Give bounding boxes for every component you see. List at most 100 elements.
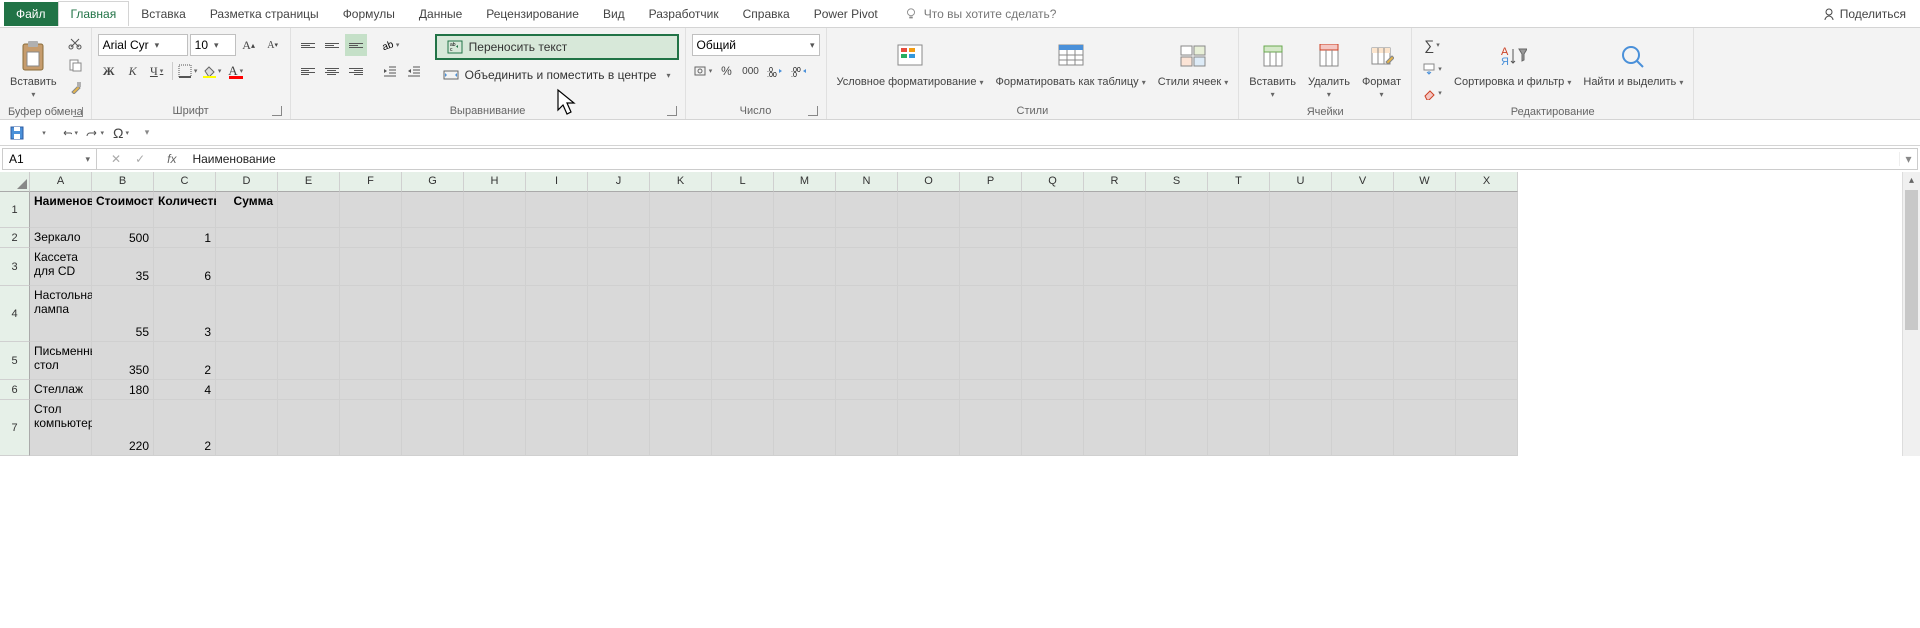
tab-view[interactable]: Вид bbox=[591, 2, 637, 26]
tab-insert[interactable]: Вставка bbox=[129, 2, 198, 26]
insert-cells-button[interactable]: Вставить▾ bbox=[1245, 34, 1300, 104]
cell[interactable] bbox=[1332, 228, 1394, 248]
cell[interactable] bbox=[712, 228, 774, 248]
format-as-table-button[interactable]: Форматировать как таблицу ▾ bbox=[992, 34, 1150, 92]
row-header[interactable]: 6 bbox=[0, 380, 30, 400]
cell[interactable] bbox=[1456, 228, 1518, 248]
cell[interactable] bbox=[712, 192, 774, 228]
cell[interactable] bbox=[526, 380, 588, 400]
cell[interactable] bbox=[278, 342, 340, 380]
cell[interactable] bbox=[1456, 380, 1518, 400]
column-header[interactable]: R bbox=[1084, 172, 1146, 192]
column-header[interactable]: F bbox=[340, 172, 402, 192]
cell[interactable] bbox=[526, 248, 588, 286]
qat-undo-button[interactable] bbox=[60, 122, 78, 144]
cell[interactable] bbox=[402, 380, 464, 400]
cell[interactable] bbox=[1022, 400, 1084, 456]
column-header[interactable]: T bbox=[1208, 172, 1270, 192]
cell[interactable] bbox=[278, 400, 340, 456]
cell[interactable] bbox=[1208, 192, 1270, 228]
cell[interactable] bbox=[1022, 228, 1084, 248]
formula-input[interactable]: Наименование bbox=[184, 152, 1899, 166]
increase-font-button[interactable]: A▴ bbox=[238, 34, 260, 56]
tab-powerpivot[interactable]: Power Pivot bbox=[802, 2, 890, 26]
fx-label[interactable]: fx bbox=[167, 152, 176, 166]
name-box[interactable]: A1▾ bbox=[3, 149, 97, 169]
cell[interactable]: 2 bbox=[154, 342, 216, 380]
format-cells-button[interactable]: Формат▾ bbox=[1358, 34, 1405, 104]
cell[interactable] bbox=[1332, 400, 1394, 456]
scroll-thumb[interactable] bbox=[1905, 190, 1918, 330]
tab-help[interactable]: Справка bbox=[731, 2, 802, 26]
cell[interactable] bbox=[588, 400, 650, 456]
cell[interactable] bbox=[340, 380, 402, 400]
cell[interactable] bbox=[278, 380, 340, 400]
cell[interactable] bbox=[1208, 228, 1270, 248]
cell[interactable] bbox=[1022, 380, 1084, 400]
cell[interactable] bbox=[402, 192, 464, 228]
number-format-combo[interactable]: Общий▾ bbox=[692, 34, 820, 56]
cell[interactable] bbox=[712, 400, 774, 456]
cell[interactable] bbox=[1084, 286, 1146, 342]
cell[interactable]: 4 bbox=[154, 380, 216, 400]
cell[interactable] bbox=[402, 286, 464, 342]
column-header[interactable]: K bbox=[650, 172, 712, 192]
cell[interactable] bbox=[216, 342, 278, 380]
fill-button[interactable] bbox=[1418, 58, 1446, 80]
cell[interactable] bbox=[898, 380, 960, 400]
column-header[interactable]: J bbox=[588, 172, 650, 192]
cell[interactable] bbox=[898, 400, 960, 456]
cell[interactable] bbox=[1270, 286, 1332, 342]
cell[interactable] bbox=[1270, 228, 1332, 248]
cell[interactable]: Настольная лампа bbox=[30, 286, 92, 342]
cell[interactable] bbox=[960, 380, 1022, 400]
cell[interactable] bbox=[1084, 400, 1146, 456]
cell[interactable] bbox=[1270, 400, 1332, 456]
column-header[interactable]: D bbox=[216, 172, 278, 192]
cell[interactable] bbox=[1332, 380, 1394, 400]
cell[interactable] bbox=[1146, 192, 1208, 228]
cell[interactable] bbox=[464, 192, 526, 228]
cell[interactable] bbox=[1208, 342, 1270, 380]
cell[interactable] bbox=[1270, 248, 1332, 286]
cell[interactable] bbox=[216, 286, 278, 342]
cell[interactable] bbox=[588, 342, 650, 380]
cell[interactable] bbox=[464, 248, 526, 286]
column-header[interactable]: I bbox=[526, 172, 588, 192]
cell[interactable] bbox=[1332, 342, 1394, 380]
orientation-button[interactable]: ab bbox=[379, 34, 401, 56]
format-painter-button[interactable] bbox=[65, 78, 85, 96]
cell[interactable] bbox=[278, 248, 340, 286]
cell[interactable] bbox=[1456, 286, 1518, 342]
column-header[interactable]: L bbox=[712, 172, 774, 192]
column-header[interactable]: X bbox=[1456, 172, 1518, 192]
column-header[interactable]: E bbox=[278, 172, 340, 192]
cell[interactable] bbox=[1146, 380, 1208, 400]
cell[interactable] bbox=[1394, 192, 1456, 228]
alignment-dialog-launcher[interactable] bbox=[667, 106, 677, 116]
cell[interactable] bbox=[278, 228, 340, 248]
row-header[interactable]: 5 bbox=[0, 342, 30, 380]
cell[interactable] bbox=[650, 286, 712, 342]
cell[interactable] bbox=[1332, 248, 1394, 286]
cell[interactable] bbox=[216, 228, 278, 248]
cell[interactable] bbox=[1456, 192, 1518, 228]
vertical-scrollbar[interactable]: ▴ bbox=[1902, 172, 1920, 456]
cell[interactable] bbox=[402, 248, 464, 286]
cell[interactable] bbox=[712, 380, 774, 400]
cell[interactable] bbox=[1394, 342, 1456, 380]
cell[interactable] bbox=[1394, 286, 1456, 342]
column-header[interactable]: M bbox=[774, 172, 836, 192]
cell[interactable] bbox=[774, 248, 836, 286]
select-all-corner[interactable] bbox=[0, 172, 30, 192]
cell[interactable] bbox=[1332, 192, 1394, 228]
cell[interactable] bbox=[960, 286, 1022, 342]
column-header[interactable]: C bbox=[154, 172, 216, 192]
cell[interactable] bbox=[588, 228, 650, 248]
cell[interactable]: Кассета для CD bbox=[30, 248, 92, 286]
cell[interactable]: Сумма bbox=[216, 192, 278, 228]
autosum-button[interactable]: ∑ bbox=[1418, 34, 1446, 56]
cell[interactable]: 3 bbox=[154, 286, 216, 342]
cell[interactable] bbox=[526, 192, 588, 228]
tab-data[interactable]: Данные bbox=[407, 2, 474, 26]
